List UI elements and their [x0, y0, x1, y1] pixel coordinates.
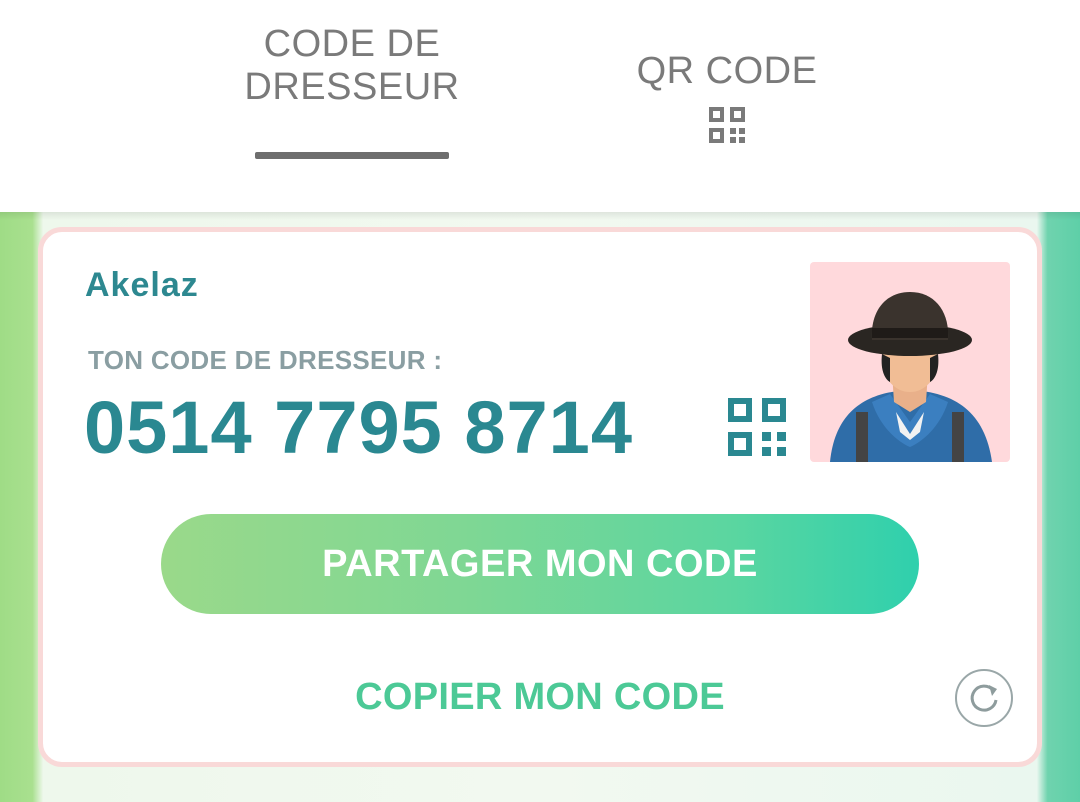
refresh-icon-glyph [970, 684, 998, 712]
trainer-avatar [810, 262, 1010, 462]
panel-shadow [0, 212, 1080, 220]
trainer-code-label: TON CODE DE DRESSEUR : [88, 345, 443, 375]
qr-code-icon [709, 107, 745, 143]
refresh-icon[interactable] [955, 669, 1013, 727]
active-tab-indicator [255, 152, 449, 159]
avatar-illustration [830, 292, 992, 462]
copy-code-button[interactable]: COPIER MON CODE [320, 676, 760, 719]
share-code-button[interactable]: PARTAGER MON CODE [161, 514, 919, 614]
tab-qr-code-label: QR CODE [636, 50, 818, 92]
tab-trainer-code[interactable]: CODE DE DRESSEUR [230, 23, 474, 109]
trainer-name: Akelaz [85, 266, 199, 304]
qr-code-icon[interactable] [728, 398, 786, 456]
trainer-code-value[interactable]: 0514 7795 8714 [84, 385, 633, 470]
tab-qr-code[interactable]: QR CODE [610, 50, 844, 143]
tab-bar: CODE DE DRESSEUR QR CODE [0, 0, 1080, 212]
